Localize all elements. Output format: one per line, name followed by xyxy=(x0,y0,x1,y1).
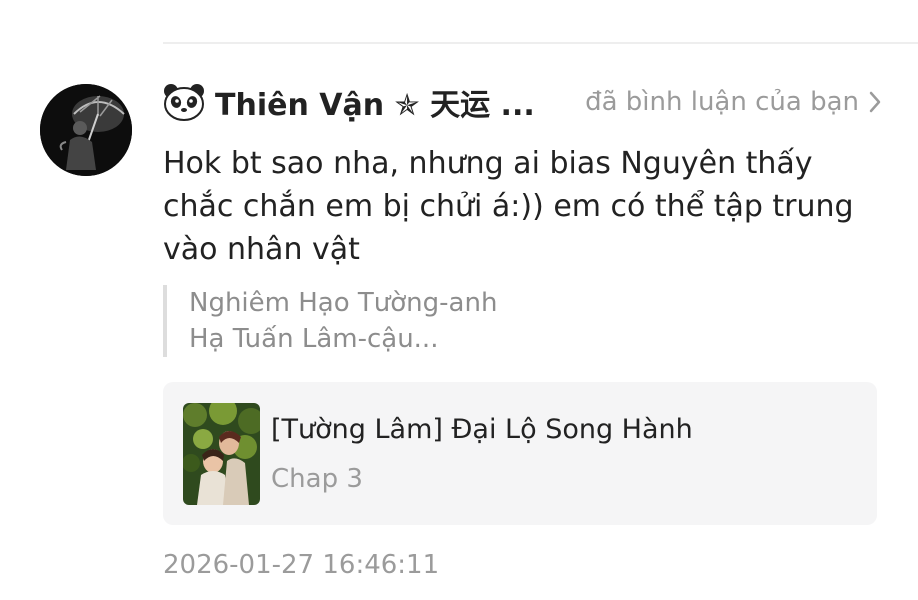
username[interactable]: Thiên Vận ✯ 天运 ... xyxy=(215,80,535,124)
quoted-reply: Nghiêm Hạo Tường-anh Hạ Tuấn Lâm-cậu... xyxy=(163,285,609,357)
story-cover-image xyxy=(183,403,260,505)
chevron-right-icon xyxy=(869,91,881,113)
notification-screen: Thiên Vận ✯ 天运 ... đã bình luận của bạn … xyxy=(0,0,918,600)
story-card[interactable]: [Tường Lâm] Đại Lộ Song Hành Chap 3 xyxy=(163,382,877,525)
avatar[interactable] xyxy=(40,84,132,176)
panda-icon xyxy=(164,84,204,121)
timestamp: 2026-01-27 16:46:11 xyxy=(163,550,440,580)
quote-line: Nghiêm Hạo Tường-anh xyxy=(189,288,498,318)
story-title: [Tường Lâm] Đại Lộ Song Hành xyxy=(271,414,693,445)
action-text: đã bình luận của bạn xyxy=(585,87,859,117)
notification-header: Thiên Vận ✯ 天运 ... đã bình luận của bạn xyxy=(163,80,883,124)
comment-text: Hok bt sao nha, nhưng ai bias Nguyên thấ… xyxy=(163,146,854,267)
divider xyxy=(163,42,918,44)
story-chapter: Chap 3 xyxy=(271,464,363,494)
story-cover xyxy=(183,403,260,505)
action-link[interactable]: đã bình luận của bạn xyxy=(585,87,883,117)
umbrella-silhouette-icon xyxy=(40,84,132,176)
quote-line: Hạ Tuấn Lâm-cậu... xyxy=(189,324,439,354)
